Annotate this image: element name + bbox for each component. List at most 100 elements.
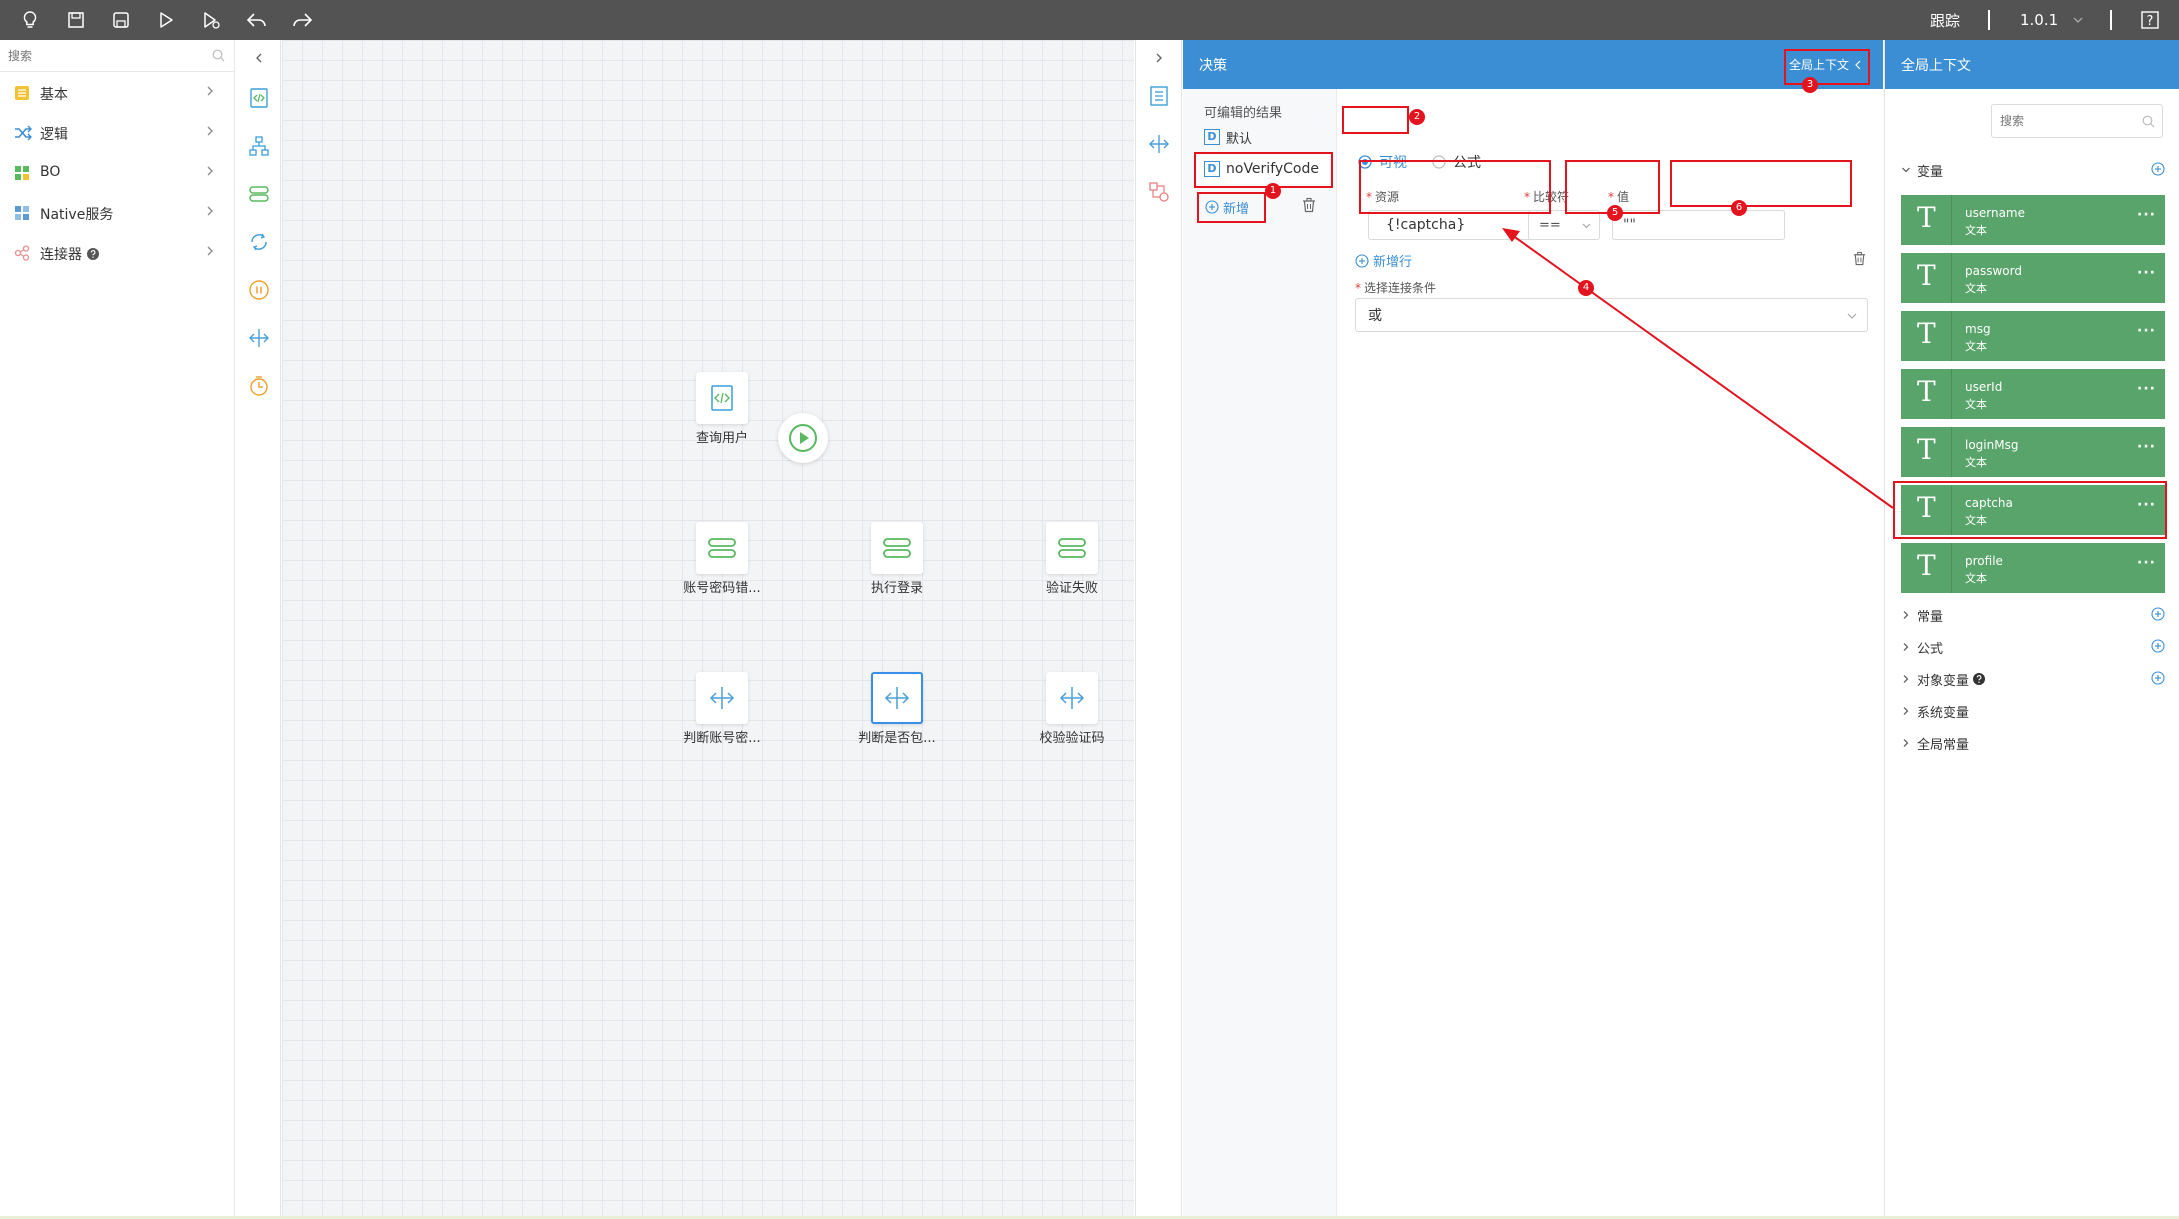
more-icon[interactable]: ··· — [2137, 381, 2156, 397]
object-variables-section-toggle[interactable]: 对象变量 — [1901, 667, 2165, 691]
global-context-panel: 全局上下文 变量 T username 文本 ··· T password 文本… — [1884, 40, 2179, 1219]
variables-section-toggle[interactable]: 变量 — [1901, 158, 2165, 182]
condition-select-value: 或 — [1368, 308, 1382, 324]
redo-icon[interactable] — [288, 6, 316, 34]
text-type-icon: T — [1917, 433, 1936, 466]
chevron-right-icon — [204, 125, 216, 137]
context-search — [1991, 104, 2163, 138]
decision-properties-icon[interactable] — [1145, 130, 1173, 158]
source-input[interactable]: {!captcha} — [1368, 210, 1544, 240]
script-node-icon[interactable] — [245, 84, 273, 112]
save-as-icon[interactable] — [107, 6, 135, 34]
native-service-icon — [14, 205, 30, 221]
category-bo[interactable]: BO — [0, 153, 234, 193]
add-variable-icon[interactable] — [2151, 162, 2165, 176]
question-icon[interactable] — [87, 248, 99, 260]
variable-type: 文本 — [1965, 514, 1987, 527]
search-icon[interactable] — [212, 49, 225, 62]
variable-card-captcha[interactable]: T captcha 文本 ··· — [1901, 485, 2165, 535]
help-button[interactable]: ? — [2136, 6, 2164, 34]
category-logic[interactable]: 逻辑 — [0, 113, 234, 153]
variable-card-username[interactable]: T username 文本 ··· — [1901, 195, 2165, 245]
add-row-button[interactable]: 新增行 — [1355, 251, 1412, 270]
save-icon[interactable] — [62, 6, 90, 34]
text-type-icon: T — [1917, 375, 1936, 408]
undo-icon[interactable] — [243, 6, 271, 34]
category-native-service[interactable]: Native服务 — [0, 193, 234, 233]
more-icon[interactable]: ··· — [2137, 323, 2156, 339]
flow-node-account-error[interactable] — [696, 522, 748, 574]
flow-node-verify-failed[interactable] — [1046, 522, 1098, 574]
timer-node-icon[interactable] — [245, 372, 273, 400]
add-object-variable-icon[interactable] — [2151, 671, 2165, 685]
mode-formula-label: 公式 — [1453, 155, 1481, 171]
result-item-noverifycode[interactable]: D noVerifyCode — [1194, 154, 1330, 184]
category-basic[interactable]: 基本 — [0, 73, 234, 113]
variable-card-password[interactable]: T password 文本 ··· — [1901, 253, 2165, 303]
context-search-input[interactable] — [1992, 105, 2132, 137]
formulas-section-toggle[interactable]: 公式 — [1901, 635, 2165, 659]
operator-select[interactable]: == — [1528, 210, 1600, 240]
loop-node-icon[interactable] — [245, 228, 273, 256]
flow-node-query-user[interactable] — [696, 372, 748, 424]
version-select[interactable]: 1.0.1 — [2020, 0, 2084, 40]
result-label: noVerifyCode — [1226, 161, 1319, 177]
add-result-label: 新增 — [1223, 201, 1250, 217]
plus-circle-icon — [1205, 200, 1219, 214]
chevron-right-icon — [1901, 706, 1911, 716]
flow-canvas[interactable]: 查询用户 账号密码错... 执行登录 验证失败 判断账号密... 判断是否包..… — [282, 40, 1134, 1219]
section-label: 全局常量 — [1917, 737, 1970, 753]
more-icon[interactable]: ··· — [2137, 439, 2156, 455]
system-variables-section-toggle[interactable]: 系统变量 — [1901, 699, 2165, 723]
global-context-link[interactable]: 全局上下文 — [1789, 56, 1863, 73]
mode-visual-radio[interactable]: 可视 — [1358, 152, 1407, 172]
trash-icon[interactable] — [1301, 197, 1317, 213]
delete-row-icon[interactable] — [1852, 251, 1867, 266]
add-constant-icon[interactable] — [2151, 607, 2165, 621]
question-icon[interactable] — [1973, 673, 1986, 685]
global-constants-section-toggle[interactable]: 全局常量 — [1901, 731, 2165, 755]
lightbulb-icon[interactable] — [16, 6, 44, 34]
pause-node-icon[interactable] — [245, 276, 273, 304]
trace-button[interactable]: 跟踪 — [1930, 0, 1960, 40]
add-formula-icon[interactable] — [2151, 639, 2165, 653]
condition-label-text: 选择连接条件 — [1364, 281, 1437, 295]
constants-section-toggle[interactable]: 常量 — [1901, 603, 2165, 627]
more-icon[interactable]: ··· — [2137, 497, 2156, 513]
toolbar-divider — [1988, 10, 1990, 30]
card-divider — [1951, 369, 1952, 419]
value-label-text: 值 — [1617, 190, 1630, 204]
variable-card-msg[interactable]: T msg 文本 ··· — [1901, 311, 2165, 361]
search-icon[interactable] — [2142, 115, 2155, 128]
flow-node-check-account[interactable] — [696, 672, 748, 724]
result-item-default[interactable]: D 默认 — [1204, 126, 1329, 148]
mapping-icon[interactable] — [1145, 178, 1173, 206]
condition-select[interactable]: 或 — [1355, 298, 1868, 332]
hierarchy-node-icon[interactable] — [245, 132, 273, 160]
category-connector[interactable]: 连接器 — [0, 233, 234, 273]
more-icon[interactable]: ··· — [2137, 555, 2156, 571]
collapse-left-button[interactable] — [245, 44, 273, 72]
debug-icon[interactable] — [197, 6, 225, 34]
mode-formula-radio[interactable]: 公式 — [1432, 152, 1481, 172]
variable-card-loginmsg[interactable]: T loginMsg 文本 ··· — [1901, 427, 2165, 477]
assign-node-icon[interactable] — [245, 180, 273, 208]
more-icon[interactable]: ··· — [2137, 265, 2156, 281]
section-label: 常量 — [1917, 609, 1944, 625]
card-divider — [1951, 485, 1952, 535]
start-node[interactable] — [778, 413, 828, 463]
flow-node-verify-captcha[interactable] — [1046, 672, 1098, 724]
variable-card-profile[interactable]: T profile 文本 ··· — [1901, 543, 2165, 593]
flow-node-execute-login[interactable] — [871, 522, 923, 574]
value-input[interactable]: "" — [1612, 210, 1785, 240]
add-result-button[interactable]: 新增 — [1205, 197, 1249, 217]
card-divider — [1951, 311, 1952, 361]
flow-node-check-contains[interactable] — [871, 672, 923, 724]
decision-node-icon[interactable] — [245, 324, 273, 352]
variable-card-userid[interactable]: T userId 文本 ··· — [1901, 369, 2165, 419]
more-icon[interactable]: ··· — [2137, 207, 2156, 223]
run-icon[interactable] — [152, 6, 180, 34]
properties-list-icon[interactable] — [1145, 82, 1173, 110]
collapse-right-button[interactable] — [1145, 44, 1173, 72]
component-search-input[interactable] — [0, 40, 200, 71]
